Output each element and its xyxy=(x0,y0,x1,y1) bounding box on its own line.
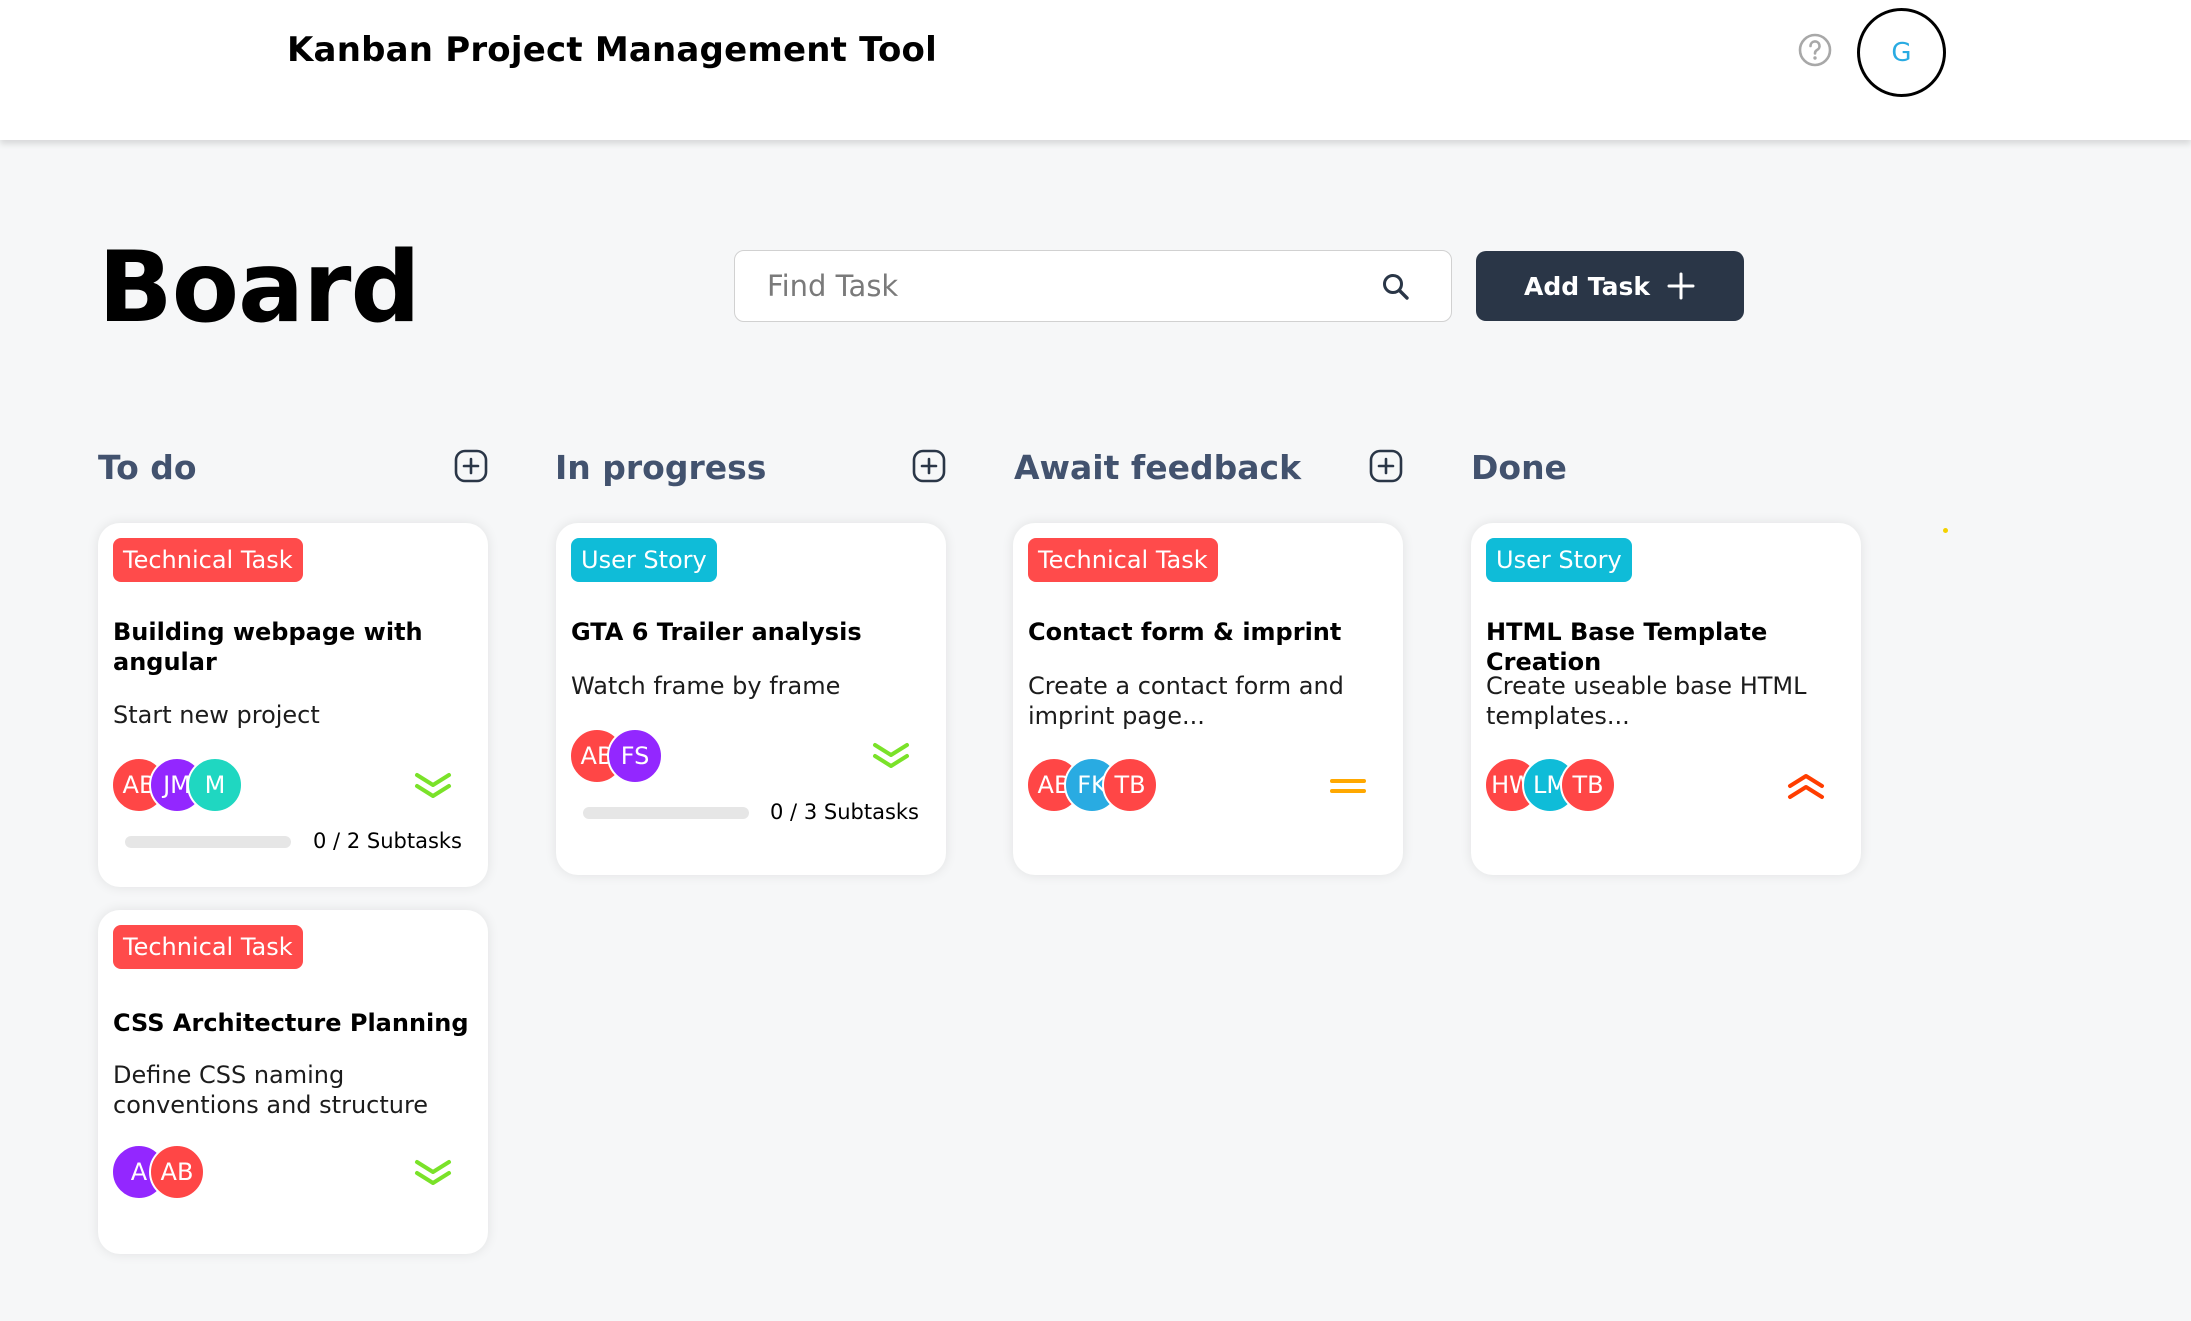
assignee-avatar: FS xyxy=(607,728,663,784)
search-icon[interactable] xyxy=(1379,270,1413,304)
help-icon[interactable] xyxy=(1797,32,1833,68)
add-task-await-feedback-icon[interactable] xyxy=(1368,448,1404,484)
add-task-todo-icon[interactable] xyxy=(453,448,489,484)
search-box xyxy=(734,250,1452,322)
priority-urgent-icon xyxy=(1788,774,1824,799)
task-description: Create a contact form and imprint page..… xyxy=(1028,672,1344,730)
column-title-done: Done xyxy=(1471,448,1567,487)
task-title: Contact form & imprint xyxy=(1028,618,1342,646)
task-description: Create useable base HTML templates... xyxy=(1486,672,1807,730)
subtask-counter: 0 / 2 Subtasks xyxy=(313,829,462,853)
user-avatar[interactable]: G xyxy=(1857,8,1946,97)
priority-medium-icon xyxy=(1330,779,1366,793)
task-description: Define CSS naming conventions and struct… xyxy=(113,1061,429,1119)
search-input[interactable] xyxy=(767,251,1367,321)
page-title: Board xyxy=(98,231,421,345)
column-title-todo: To do xyxy=(98,448,197,487)
task-card[interactable]: User Story HTML Base Template Creation C… xyxy=(1471,523,1861,875)
task-card[interactable]: Technical Task Building webpage with ang… xyxy=(98,523,488,887)
task-card[interactable]: Technical Task CSS Architecture Planning… xyxy=(98,910,488,1254)
app-title: Kanban Project Management Tool xyxy=(287,30,937,70)
task-card[interactable]: Technical Task Contact form & imprint Cr… xyxy=(1013,523,1403,875)
category-tag: Technical Task xyxy=(113,538,303,582)
assignee-avatar: TB xyxy=(1102,757,1158,813)
task-card[interactable]: User Story GTA 6 Trailer analysis Watch … xyxy=(556,523,946,875)
decorative-dot xyxy=(1943,528,1948,533)
category-tag: Technical Task xyxy=(113,925,303,969)
assignee-avatar: M xyxy=(187,757,243,813)
add-task-button[interactable]: Add Task xyxy=(1476,251,1744,321)
assignee-avatar: TB xyxy=(1560,757,1616,813)
plus-icon xyxy=(1667,272,1695,300)
task-title: GTA 6 Trailer analysis xyxy=(571,618,862,646)
subtask-counter: 0 / 3 Subtasks xyxy=(770,800,919,824)
priority-low-icon xyxy=(415,773,451,798)
category-tag: User Story xyxy=(571,538,717,582)
add-task-in-progress-icon[interactable] xyxy=(911,448,947,484)
task-title: CSS Architecture Planning xyxy=(113,1009,469,1037)
subtask-progress-bar xyxy=(125,836,291,848)
top-header: Kanban Project Management Tool G xyxy=(0,0,2191,140)
category-tag: Technical Task xyxy=(1028,538,1218,582)
priority-low-icon xyxy=(415,1160,451,1185)
column-title-in-progress: In progress xyxy=(555,448,767,487)
add-task-label: Add Task xyxy=(1523,271,1651,301)
subtask-progress-bar xyxy=(583,807,749,819)
assignee-avatar: AB xyxy=(149,1144,205,1200)
priority-low-icon xyxy=(873,743,909,768)
task-title: HTML Base Template Creation xyxy=(1486,618,1768,676)
task-description: Start new project xyxy=(113,701,320,729)
task-title: Building webpage with angular xyxy=(113,618,423,676)
category-tag: User Story xyxy=(1486,538,1632,582)
column-title-await-feedback: Await feedback xyxy=(1014,448,1302,487)
task-description: Watch frame by frame xyxy=(571,672,841,700)
